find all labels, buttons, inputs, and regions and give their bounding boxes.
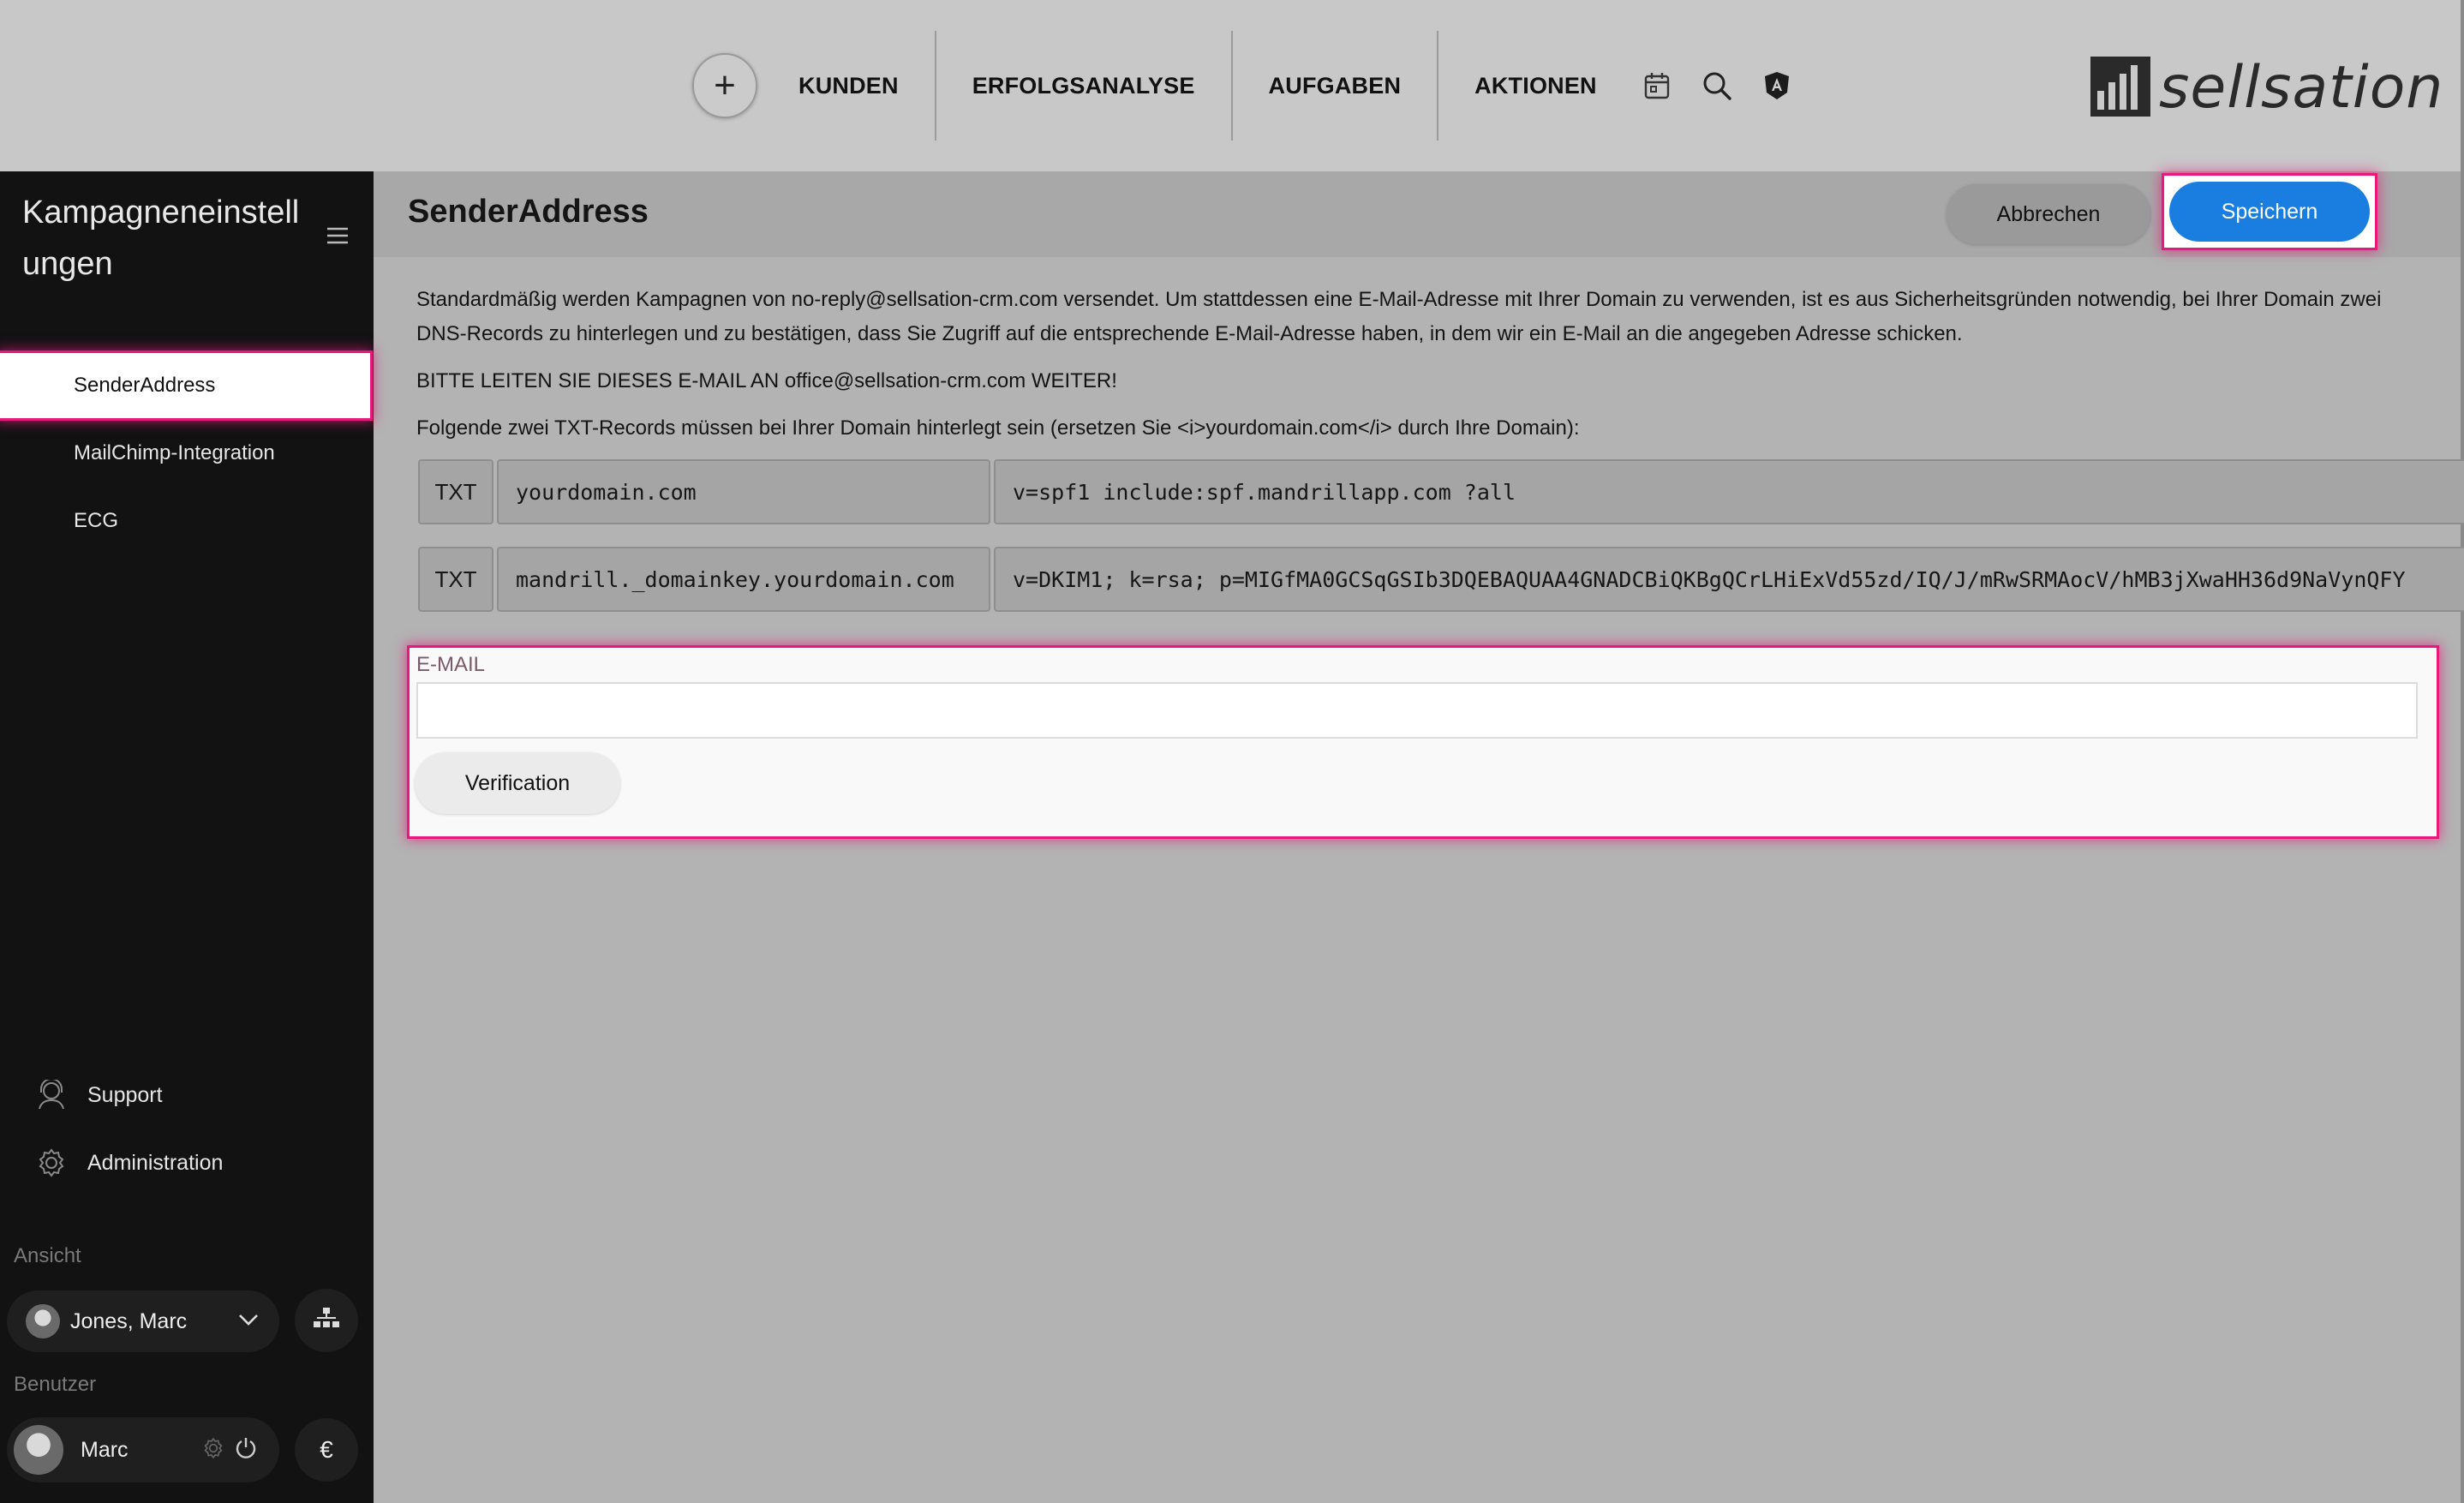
sidebar-title: Kampagneneinstellungen [22,195,300,282]
user-avatar[interactable] [14,1425,63,1475]
email-verification-form: E-MAIL Verification [410,648,2437,836]
email-label: E-MAIL [416,653,486,676]
sellsation-logo: sellsation [2090,57,2443,117]
sidebar-item-senderaddress[interactable]: SenderAddress [0,353,370,418]
sidebar-item-ecg[interactable]: ECG [0,488,374,554]
cancel-button[interactable]: Abbrechen [1947,184,2150,244]
avatar [26,1304,60,1338]
forward-notice: BITTE LEITEN SIE DIESES E-MAIL AN office… [416,369,1117,392]
intro-text: Standardmäßig werden Kampagnen von no-re… [416,288,2382,345]
records-intro: Folgende zwei TXT-Records müssen bei Ihr… [416,416,1580,440]
org-chart-button[interactable] [295,1289,358,1352]
view-user-select[interactable]: Jones, Marc [7,1290,279,1352]
email-field[interactable] [416,682,2418,739]
nav-kunden[interactable]: KUNDEN [757,73,935,99]
search-icon[interactable] [1700,69,1734,103]
sidebar-item-label: SenderAddress [74,374,216,397]
sidebar-link-label: Support [87,1082,163,1107]
chevron-down-icon [238,1314,259,1330]
calendar-icon[interactable] [1640,69,1674,103]
sidebar-link-administration[interactable]: Administration [34,1137,223,1189]
save-button-highlight: Speichern [2164,176,2375,248]
sidebar-item-label: ECG [74,509,119,532]
page-title: SenderAddress [408,194,649,230]
record-type: TXT [418,547,493,612]
record-value[interactable]: v=DKIM1; k=rsa; p=MIGfMA0GCSqGSIb3DQEBAQ… [994,547,2464,612]
save-button[interactable]: Speichern [2169,182,2370,242]
view-user-name: Jones, Marc [70,1308,188,1333]
top-navigation: + KUNDEN ERFOLGSANALYSE AUFGABEN AKTIONE… [692,31,1794,141]
menu-icon[interactable] [326,226,350,249]
record-host[interactable]: yourdomain.com [497,459,990,524]
currency-button[interactable]: € [295,1418,358,1482]
user-settings-gear-icon[interactable] [202,1437,224,1464]
add-button[interactable]: + [692,53,757,118]
top-bar: + KUNDEN ERFOLGSANALYSE AUFGABEN AKTIONE… [0,0,2464,171]
plus-icon: + [714,64,736,106]
sidebar-link-label: Administration [87,1150,224,1175]
record-value[interactable]: v=spf1 include:spf.mandrillapp.com ?all [994,459,2464,524]
logo-text: sellsation [2159,54,2444,122]
sidebar-item-label: MailChimp-Integration [74,441,275,464]
view-caption: Ansicht [14,1244,81,1267]
user-caption: Benutzer [14,1373,97,1396]
power-icon[interactable] [235,1436,257,1464]
nav-aufgaben[interactable]: AUFGABEN [1233,73,1438,99]
nav-erfolgsanalyse[interactable]: ERFOLGSANALYSE [936,73,1231,99]
euro-icon: € [320,1436,333,1463]
sidebar: Kampagneneinstellungen SenderAddress Mai… [0,171,374,1503]
window-edge [2461,0,2464,1503]
logo-bars-icon [2090,57,2150,117]
record-host[interactable]: mandrill._domainkey.yourdomain.com [497,547,990,612]
headset-icon [34,1078,69,1112]
verification-button[interactable]: Verification [415,752,620,814]
nav-aktionen[interactable]: AKTIONEN [1438,73,1614,99]
angular-shield-icon[interactable] [1760,69,1794,103]
user-name: Marc [81,1437,129,1462]
sidebar-item-mailchimp-integration[interactable]: MailChimp-Integration [0,421,374,486]
record-type: TXT [418,459,493,524]
gear-icon [34,1146,69,1180]
user-panel: Marc [7,1417,279,1482]
org-chart-icon [313,1306,340,1336]
sidebar-link-support[interactable]: Support [34,1069,163,1121]
